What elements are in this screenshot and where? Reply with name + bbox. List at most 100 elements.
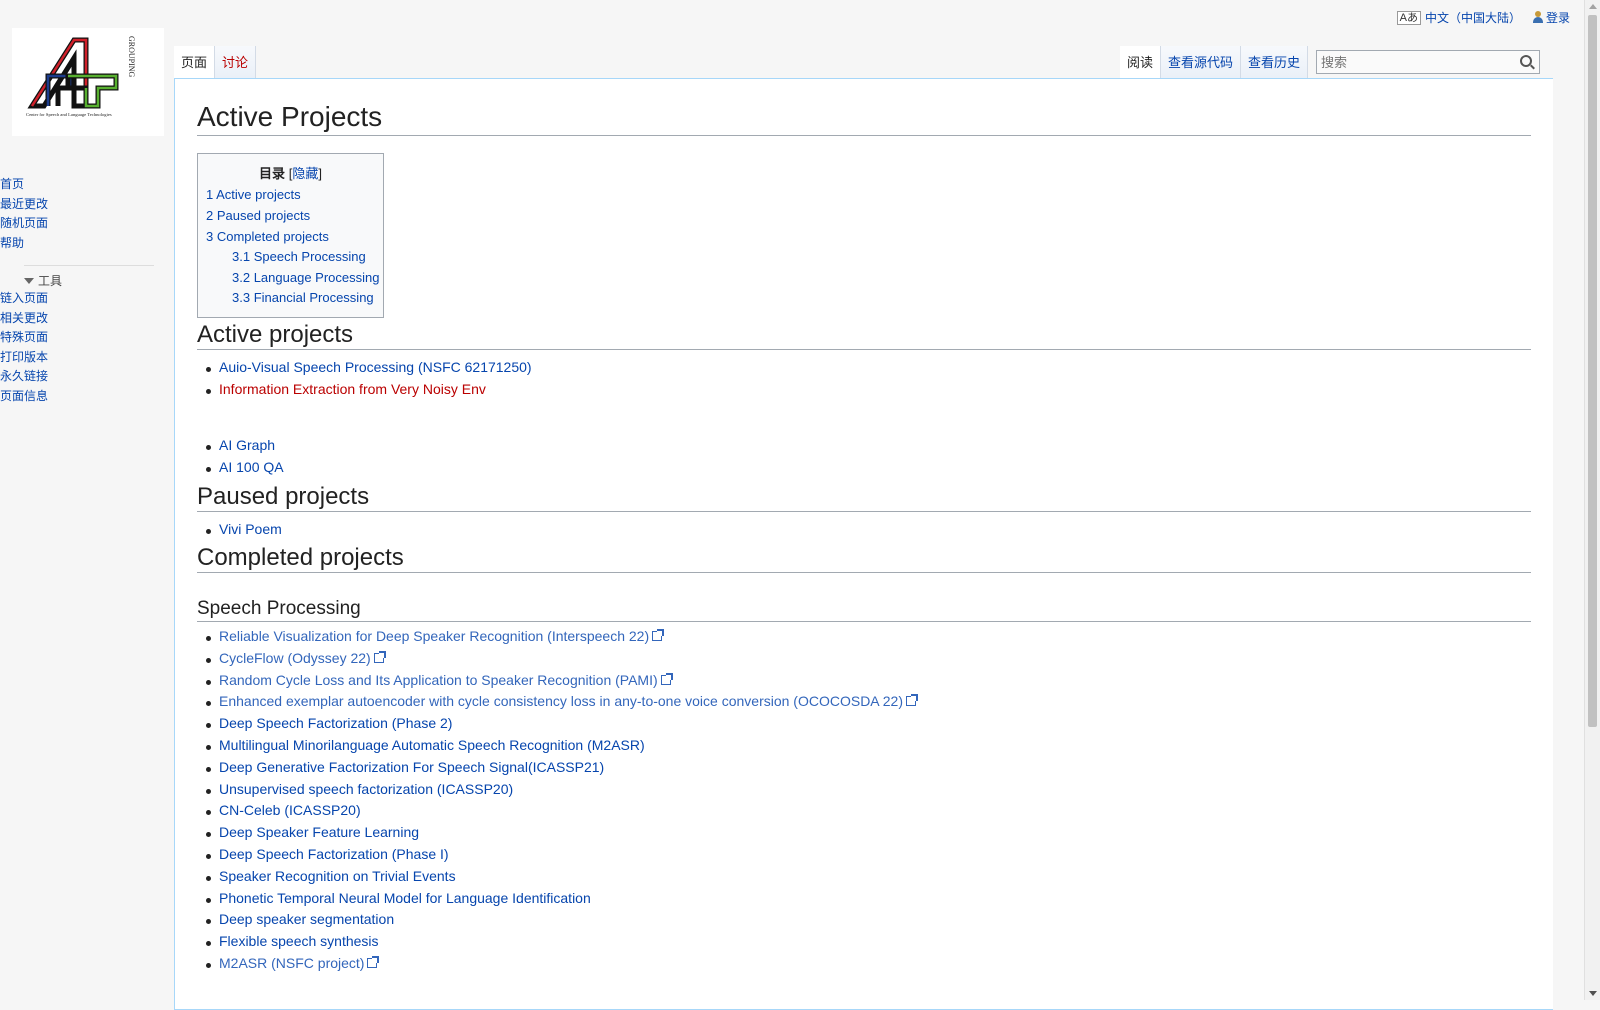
toc-item[interactable]: 3 Completed projects [206,229,329,244]
scroll-thumb[interactable] [1588,15,1597,727]
toc-link[interactable]: 3.2 Language Processing [232,270,379,285]
personal-tools: Aあ 中文（中国大陆） 登录 [1396,9,1570,26]
list-item: Deep Speaker Feature Learning [197,822,1497,844]
tab-read[interactable]: 阅读 [1119,46,1161,78]
tab-read-label[interactable]: 阅读 [1127,55,1153,70]
tab-talk-label[interactable]: 讨论 [222,55,248,70]
toc-item[interactable]: 1 Active projects [206,187,301,202]
project-link[interactable]: Phonetic Temporal Neural Model for Langu… [219,890,591,906]
toc-item[interactable]: 2 Paused projects [206,208,310,223]
project-link[interactable]: Multilingual Minorilanguage Automatic Sp… [219,737,645,753]
section-heading-active: Active projects [197,321,1531,350]
sidebar-item-label[interactable]: 最近更改 [0,197,48,211]
toc-item[interactable]: 3.1 Speech Processing [232,249,366,264]
project-link[interactable]: Deep Speaker Feature Learning [219,824,419,840]
external-project-link[interactable]: Random Cycle Loss and Its Application to… [219,672,658,688]
login-item[interactable]: 登录 [1532,9,1570,26]
sidebar-item-label[interactable]: 特殊页面 [0,330,48,344]
tab-history[interactable]: 查看历史 [1240,46,1308,78]
table-of-contents: 目录 [隐藏] 1 Active projects 2 Paused proje… [197,153,384,318]
list-item: CN-Celeb (ICASSP20) [197,800,1497,822]
toc-link[interactable]: 3.3 Financial Processing [232,290,374,305]
sidebar-item-label[interactable]: 首页 [0,177,24,191]
tab-view-source[interactable]: 查看源代码 [1160,46,1241,78]
language-link[interactable]: 中文（中国大陆） [1425,9,1521,26]
project-link[interactable]: AI Graph [219,437,275,453]
list-item: Deep Generative Factorization For Speech… [197,757,1497,779]
sidebar-item-home[interactable]: 首页 [0,175,172,195]
toc-toggle: [隐藏] [288,166,322,181]
sidebar-item-label[interactable]: 页面信息 [0,389,48,403]
project-link-missing[interactable]: Information Extraction from Very Noisy E… [219,381,486,397]
toc-link[interactable]: 3 Completed projects [206,229,329,244]
toc-link[interactable]: 2 Paused projects [206,208,310,223]
site-logo[interactable]: GROUPING Center for Speech and Language … [12,28,164,136]
section-heading-completed: Completed projects [197,544,1531,573]
sidebar-item-page-info[interactable]: 页面信息 [0,387,172,407]
active-projects-list-2: AI Graph AI 100 QA [197,435,1497,479]
project-link[interactable]: Vivi Poem [219,521,282,537]
sidebar-item-special-pages[interactable]: 特殊页面 [0,328,172,348]
list-item: Deep Speech Factorization (Phase I) [197,844,1497,866]
sidebar-item-what-links-here[interactable]: 链入页面 [0,289,172,309]
toc-toggle-link[interactable]: 隐藏 [292,166,318,181]
scroll-down-arrow-icon[interactable] [1589,991,1597,996]
tab-history-label[interactable]: 查看历史 [1248,55,1300,70]
project-link[interactable]: Deep Speech Factorization (Phase I) [219,846,449,862]
sidebar-item-label[interactable]: 随机页面 [0,216,48,230]
login-link[interactable]: 登录 [1546,11,1570,25]
toc-text: Active projects [216,187,301,202]
sidebar-item-related-changes[interactable]: 相关更改 [0,309,172,329]
list-item: CycleFlow (Odyssey 22) [197,648,1497,670]
list-item: Flexible speech synthesis [197,931,1497,953]
external-project-link[interactable]: Enhanced exemplar autoencoder with cycle… [219,693,903,709]
language-icon[interactable]: Aあ [1396,10,1421,25]
external-project-link[interactable]: CycleFlow (Odyssey 22) [219,650,371,666]
page-scrollbar[interactable] [1584,0,1600,1000]
sidebar-item-help[interactable]: 帮助 [0,234,172,254]
sidebar-item-label[interactable]: 帮助 [0,236,24,250]
toc-item[interactable]: 3.2 Language Processing [232,270,379,285]
sidebar-item-label[interactable]: 相关更改 [0,311,48,325]
list-item: Auio-Visual Speech Processing (NSFC 6217… [197,357,1497,379]
external-project-link[interactable]: M2ASR (NSFC project) [219,955,364,971]
tools-list: 链入页面 相关更改 特殊页面 打印版本 永久链接 页面信息 [0,289,172,406]
project-link[interactable]: Auio-Visual Speech Processing (NSFC 6217… [219,359,532,375]
list-item: Multilingual Minorilanguage Automatic Sp… [197,735,1497,757]
tab-talk[interactable]: 讨论 [215,46,257,78]
toc-link[interactable]: 1 Active projects [206,187,301,202]
sidebar-item-recent-changes[interactable]: 最近更改 [0,195,172,215]
scroll-up-arrow-icon[interactable] [1589,4,1597,9]
toc-number: 3.1 [232,249,251,264]
sidebar-item-label[interactable]: 链入页面 [0,291,48,305]
list-item: Unsupervised speech factorization (ICASS… [197,779,1497,801]
sidebar-item-label[interactable]: 打印版本 [0,350,48,364]
tools-heading[interactable]: 工具 [24,265,154,289]
project-link[interactable]: Deep Generative Factorization For Speech… [219,759,604,775]
language-selector[interactable]: Aあ 中文（中国大陆） [1396,9,1521,26]
sidebar-item-permalink[interactable]: 永久链接 [0,367,172,387]
project-link[interactable]: AI 100 QA [219,459,284,475]
cslt-logo-graphic: GROUPING Center for Speech and Language … [26,36,136,117]
toc-link[interactable]: 3.1 Speech Processing [232,249,366,264]
external-project-link[interactable]: Reliable Visualization for Deep Speaker … [219,628,649,644]
project-link[interactable]: Deep Speech Factorization (Phase 2) [219,715,452,731]
toc-item[interactable]: 3.3 Financial Processing [232,290,374,305]
tab-view-source-label[interactable]: 查看源代码 [1168,55,1233,70]
external-link-icon [367,955,380,968]
project-link[interactable]: Flexible speech synthesis [219,933,379,949]
project-link[interactable]: Speaker Recognition on Trivial Events [219,868,456,884]
tab-page-label[interactable]: 页面 [181,55,207,70]
sidebar-item-printable[interactable]: 打印版本 [0,348,172,368]
sidebar-item-random-page[interactable]: 随机页面 [0,214,172,234]
tab-page[interactable]: 页面 [174,46,216,78]
project-link[interactable]: Unsupervised speech factorization (ICASS… [219,781,513,797]
project-link[interactable]: CN-Celeb (ICASSP20) [219,802,361,818]
search-icon[interactable] [1520,55,1532,67]
external-link-icon [906,694,918,707]
project-link[interactable]: Deep speaker segmentation [219,911,394,927]
search-input[interactable] [1317,53,1513,71]
speech-projects-list: Reliable Visualization for Deep Speaker … [197,626,1497,975]
list-item: Phonetic Temporal Neural Model for Langu… [197,888,1497,910]
sidebar-item-label[interactable]: 永久链接 [0,369,48,383]
